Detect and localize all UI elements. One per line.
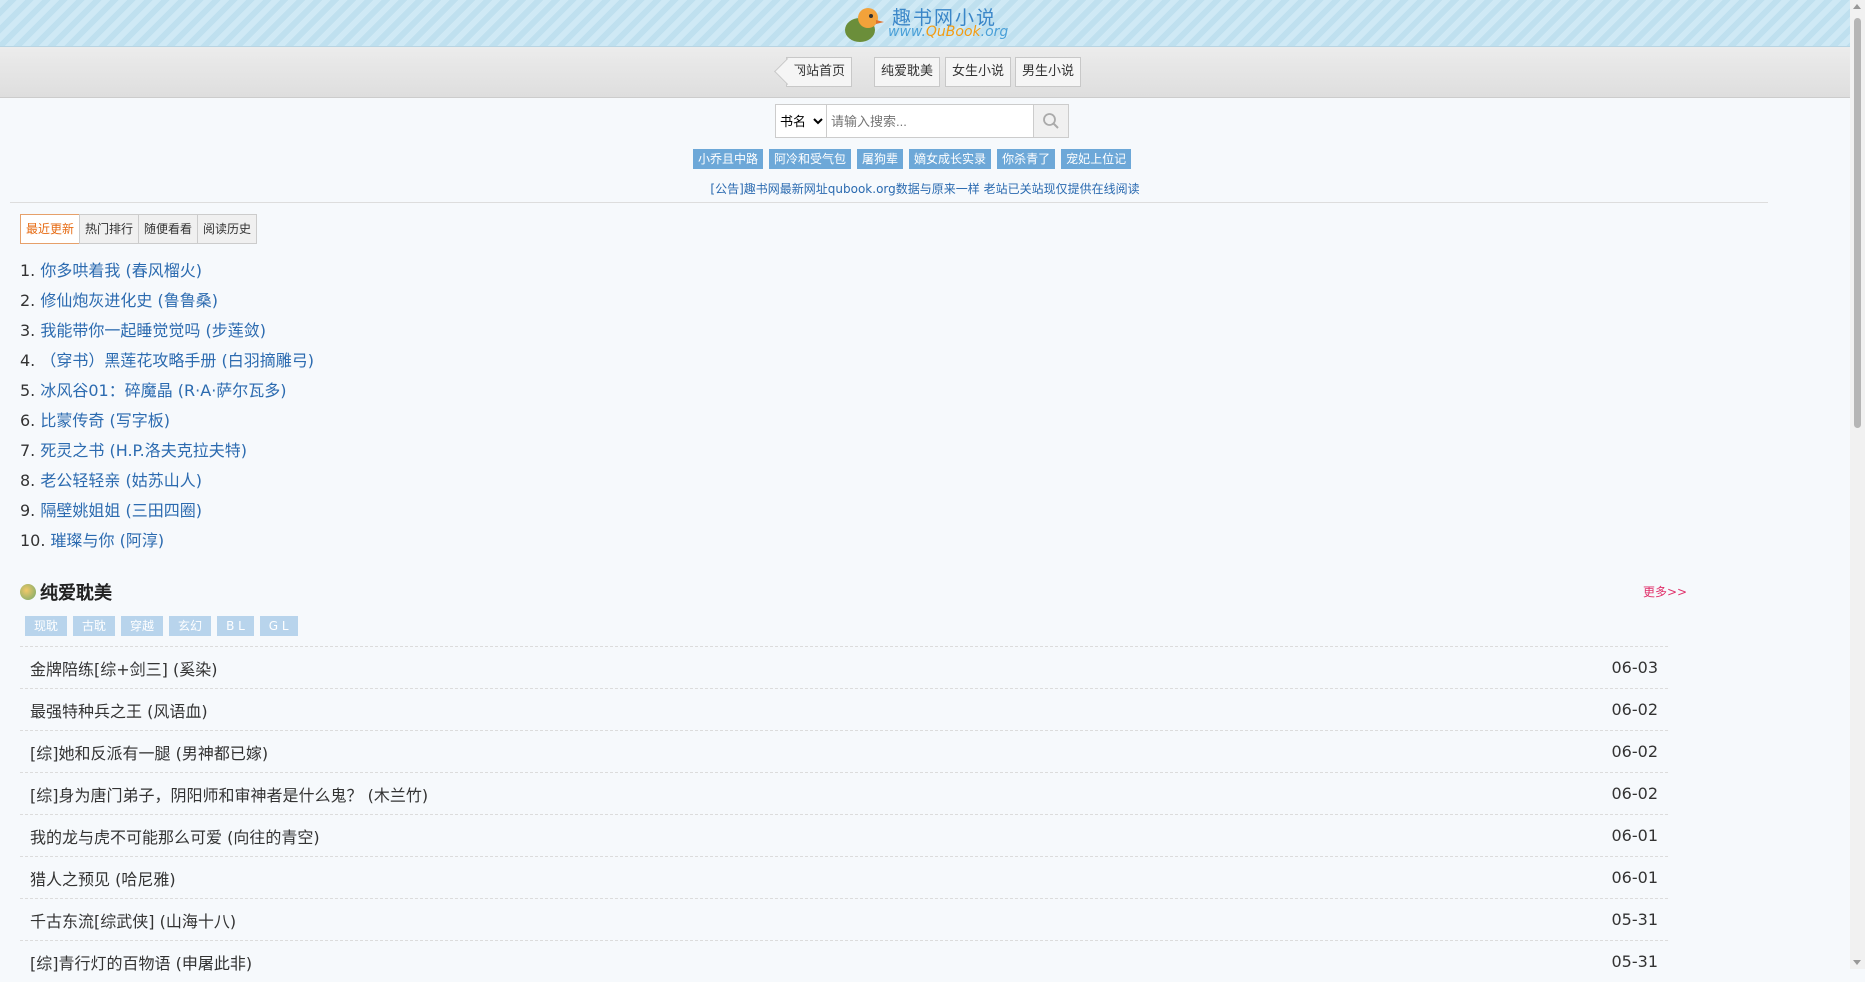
table-row: [综]身为唐门弟子，阴阳师和审神者是什么鬼？ (木兰竹) 06-02 [20,772,1668,814]
section-title: 纯爱耽美 [20,579,112,605]
nav-bl[interactable]: 纯爱耽美 [874,57,941,87]
category-tag[interactable]: B L [217,616,254,636]
search-type-select[interactable]: 书名 [775,104,827,138]
divider [10,202,1768,203]
table-row: 猎人之预见 (哈尼雅) 06-01 [20,856,1668,898]
book-link[interactable]: 比蒙传奇 (写字板) [40,411,170,430]
book-date: 05-31 [1611,910,1659,929]
book-title[interactable]: [综]她和反派有一腿 (男神都已嫁) [30,740,268,764]
book-link[interactable]: （穿书）黑莲花攻略手册 (白羽摘雕弓) [40,351,314,370]
book-date: 06-02 [1611,700,1659,719]
search-input[interactable] [827,104,1034,138]
hot-tag[interactable]: 你杀青了 [997,149,1056,169]
list-item: 8. 老公轻轻亲 (姑苏山人) [20,471,202,490]
book-list: 金牌陪练[综+剑三] (奚染) 06-03 最强特种兵之王 (风语血) 06-02 … [20,646,1668,982]
book-date: 06-03 [1611,658,1659,677]
scrollbar[interactable] [1850,0,1865,969]
book-title[interactable]: 最强特种兵之王 (风语血) [30,698,208,722]
nav-female[interactable]: 女生小说 [945,57,1012,87]
site-logo[interactable]: 趣书网小说 www.QuBook.org [840,0,1015,46]
table-row: 最强特种兵之王 (风语血) 06-02 [20,688,1668,730]
list-item: 10. 璀璨与你 (阿淳) [20,531,165,550]
book-title[interactable]: [综]青行灯的百物语 (申屠此非) [30,950,252,974]
table-row: [综]青行灯的百物语 (申屠此非) 05-31 [20,940,1668,982]
list-item: 6. 比蒙传奇 (写字板) [20,411,170,430]
book-title[interactable]: 千古东流[综武侠] (山海十八) [30,908,236,932]
book-date: 06-01 [1611,826,1659,845]
book-link[interactable]: 我能带你一起睡觉觉吗 (步莲敛) [40,321,266,340]
hot-tag[interactable]: 屠狗辈 [857,149,904,169]
list-item: 2. 修仙炮灰进化史 (鲁鲁桑) [20,291,218,310]
search-bar: 书名 [775,104,1069,138]
book-title[interactable]: 金牌陪练[综+剑三] (奚染) [30,656,217,680]
main-nav: 网站首页 纯爱耽美 女生小说 男生小说 [0,47,1850,98]
list-item: 5. 冰风谷01：碎魔晶 (R·A·萨尔瓦多) [20,381,287,400]
tab-random[interactable]: 随便看看 [138,214,199,244]
announcement[interactable]: [公告]趣书网最新网址qubook.org数据与原来一样 老站已关站现仅提供在线… [0,180,1850,197]
book-link[interactable]: 你多哄着我 (春风榴火) [40,261,202,280]
section-globe-icon [20,584,36,600]
book-date: 06-02 [1611,784,1659,803]
book-link[interactable]: 璀璨与你 (阿淳) [51,531,165,550]
table-row: 千古东流[综武侠] (山海十八) 05-31 [20,898,1668,940]
table-row: [综]她和反派有一腿 (男神都已嫁) 06-02 [20,730,1668,772]
tab-history[interactable]: 阅读历史 [197,214,258,244]
book-link[interactable]: 死灵之书 (H.P.洛夫克拉夫特) [40,441,247,460]
category-tag[interactable]: G L [259,616,298,636]
book-link[interactable]: 老公轻轻亲 (姑苏山人) [40,471,202,490]
list-item: 4. （穿书）黑莲花攻略手册 (白羽摘雕弓) [20,351,314,370]
table-row: 金牌陪练[综+剑三] (奚染) 06-03 [20,646,1668,688]
scrollbar-thumb[interactable] [1854,18,1861,428]
scroll-down-icon[interactable] [1853,960,1861,965]
book-link[interactable]: 隔壁姚姐姐 (三田四圈) [40,501,202,520]
book-link[interactable]: 冰风谷01：碎魔晶 (R·A·萨尔瓦多) [40,381,286,400]
search-button[interactable] [1034,104,1069,138]
hot-tag[interactable]: 阿冷和受气包 [769,149,852,169]
category-tag[interactable]: 穿越 [121,616,164,636]
nav-male[interactable]: 男生小说 [1015,57,1082,87]
list-item: 7. 死灵之书 (H.P.洛夫克拉夫特) [20,441,248,460]
hot-search-tags: 小乔且中路 阿冷和受气包 屠狗辈 嫡女成长实录 你杀青了 宠妃上位记 [693,149,1132,169]
book-title[interactable]: 猎人之预见 (哈尼雅) [30,866,176,890]
category-tag[interactable]: 玄幻 [169,616,212,636]
book-date: 06-01 [1611,868,1659,887]
list-tabs: 最近更新 热门排行 随便看看 阅读历史 [20,214,258,244]
category-tag[interactable]: 现耽 [25,616,68,636]
list-item: 1. 你多哄着我 (春风榴火) [20,261,202,280]
scroll-up-icon[interactable] [1853,4,1861,9]
table-row: 我的龙与虎不可能那么可爱 (向往的青空) 06-01 [20,814,1668,856]
hot-tag[interactable]: 小乔且中路 [693,149,764,169]
recent-list: 1. 你多哄着我 (春风榴火) 2. 修仙炮灰进化史 (鲁鲁桑) 3. 我能带你… [20,256,314,556]
book-title[interactable]: [综]身为唐门弟子，阴阳师和审神者是什么鬼？ (木兰竹) [30,782,428,806]
nav-home[interactable]: 网站首页 [786,57,853,87]
list-item: 9. 隔壁姚姐姐 (三田四圈) [20,501,202,520]
header-banner: 趣书网小说 www.QuBook.org [0,0,1850,47]
hot-tag[interactable]: 嫡女成长实录 [909,149,992,169]
book-date: 06-02 [1611,742,1659,761]
category-tags: 现耽 古耽 穿越 玄幻 B L G L [25,616,298,636]
more-link[interactable]: 更多>> [1643,583,1687,600]
category-tag[interactable]: 古耽 [73,616,116,636]
search-icon [1043,113,1059,129]
tab-recent[interactable]: 最近更新 [20,214,81,244]
book-date: 05-31 [1611,952,1659,971]
tab-hot[interactable]: 热门排行 [79,214,140,244]
book-title[interactable]: 我的龙与虎不可能那么可爱 (向往的青空) [30,824,320,848]
logo-url: www.QuBook.org [888,24,1009,40]
book-link[interactable]: 修仙炮灰进化史 (鲁鲁桑) [40,291,218,310]
hot-tag[interactable]: 宠妃上位记 [1061,149,1132,169]
logo-mascot-icon [845,8,884,42]
list-item: 3. 我能带你一起睡觉觉吗 (步莲敛) [20,321,266,340]
